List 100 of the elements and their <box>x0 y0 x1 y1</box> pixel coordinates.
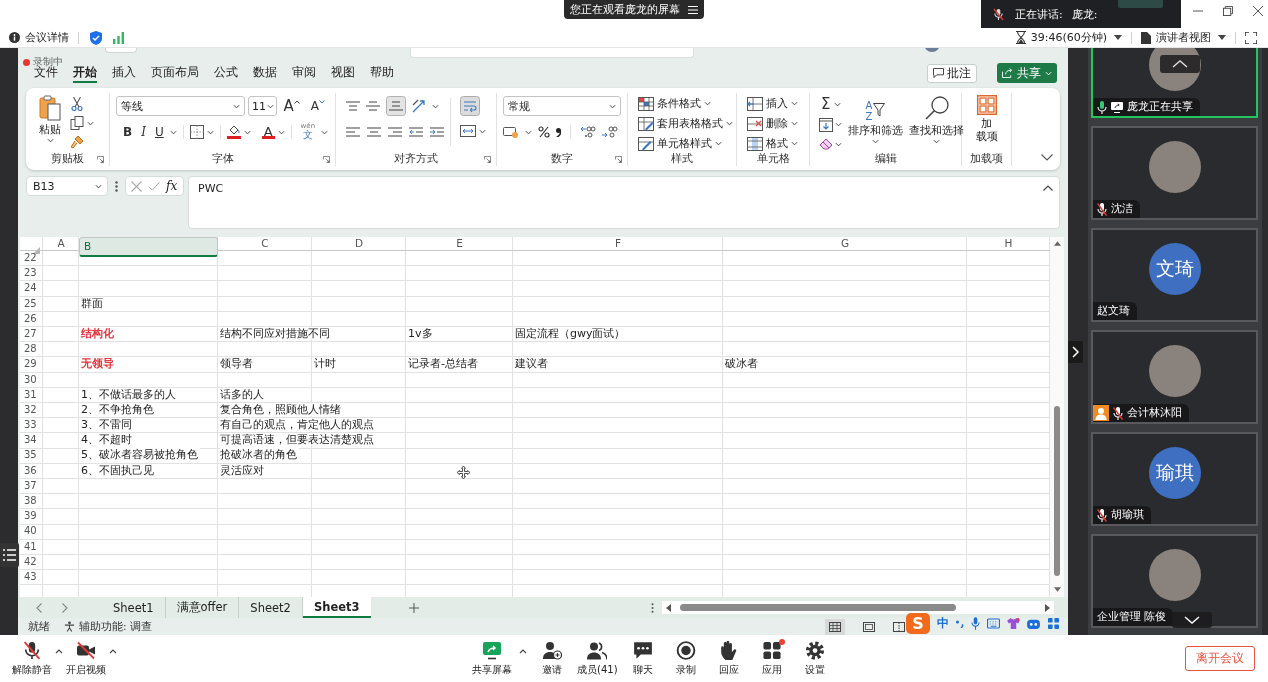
video-tile[interactable]: 瑜琪 胡瑜琪 <box>1091 432 1258 526</box>
menu-tab[interactable]: 数据 <box>253 63 277 83</box>
font-color-toggle[interactable]: A <box>261 125 275 139</box>
dialog-launcher-icon[interactable] <box>97 155 104 163</box>
delete-cells-button[interactable]: 删除 <box>747 115 809 132</box>
search-field[interactable] <box>410 48 694 58</box>
cancel-icon[interactable] <box>131 180 142 192</box>
insert-function-label[interactable]: fx <box>166 179 178 193</box>
row-number[interactable]: 42 <box>20 554 43 570</box>
column-header[interactable]: C <box>218 237 312 257</box>
row-number[interactable]: 24 <box>20 281 43 297</box>
video-tile[interactable]: 沈洁 <box>1091 126 1258 220</box>
bold-toggle[interactable]: B <box>120 123 136 141</box>
column-header[interactable]: A <box>43 237 79 257</box>
comma-style-icon[interactable] <box>556 127 561 137</box>
row-number[interactable]: 32 <box>20 402 43 419</box>
align-middle-icon[interactable] <box>366 101 380 111</box>
row-number[interactable]: 36 <box>20 463 43 479</box>
record-button[interactable]: 录制 <box>667 640 704 677</box>
sort-filter-button[interactable]: A Z 排序和筛选 <box>848 95 903 152</box>
share-screen-button[interactable]: 共享屏幕 <box>472 640 512 677</box>
caret-up-icon[interactable] <box>109 649 117 654</box>
menu-tab[interactable]: 帮助 <box>370 63 394 83</box>
cell-styles-button[interactable]: 单元格样式 <box>638 135 736 152</box>
plus-icon[interactable] <box>408 602 419 613</box>
info-icon[interactable] <box>9 32 20 43</box>
copy-icon[interactable] <box>70 116 84 130</box>
decrease-decimal-icon[interactable] <box>602 126 618 138</box>
underline-toggle[interactable]: U <box>151 123 167 141</box>
restore-icon[interactable] <box>1223 6 1233 16</box>
row-number[interactable]: 43 <box>20 569 43 586</box>
apps-button[interactable]: 应用 <box>753 640 790 677</box>
align-right-icon[interactable] <box>388 127 402 137</box>
scroll-left-icon[interactable] <box>665 603 671 612</box>
leave-meeting-button[interactable]: 离开会议 <box>1185 646 1255 671</box>
fill-bucket-icon[interactable] <box>226 125 241 139</box>
sheet-tab[interactable]: Sheet3 <box>302 597 371 618</box>
row-number[interactable]: 23 <box>20 266 43 282</box>
video-tile[interactable]: 企业管理 陈俊 <box>1091 534 1258 628</box>
share-button[interactable]: 共享 <box>997 63 1057 83</box>
caret-up-icon[interactable] <box>519 649 527 654</box>
column-header[interactable]: D <box>312 237 406 257</box>
percent-icon[interactable] <box>538 126 550 138</box>
row-number[interactable]: 25 <box>20 296 43 312</box>
chat-button[interactable]: 聊天 <box>624 640 661 677</box>
name-box[interactable]: B13 <box>26 176 108 196</box>
chevron-down-icon[interactable] <box>1172 612 1212 628</box>
row-number[interactable]: 29 <box>20 357 43 373</box>
row-number[interactable]: 28 <box>20 342 43 358</box>
grid-icon[interactable] <box>1047 618 1060 629</box>
video-tile[interactable]: 文琦 赵文琦 <box>1091 228 1258 322</box>
meeting-details-link[interactable]: 会议详情 <box>25 30 69 45</box>
number-format-select[interactable]: 常规 <box>503 96 621 116</box>
italic-toggle[interactable]: I <box>138 123 149 141</box>
scroll-up-icon[interactable] <box>1053 241 1061 246</box>
check-icon[interactable] <box>148 181 160 191</box>
column-header[interactable]: F <box>513 237 723 257</box>
row-number[interactable]: 40 <box>20 524 43 540</box>
input-mode-label[interactable]: 中 <box>937 615 949 632</box>
more-vertical-icon[interactable] <box>650 602 654 613</box>
grow-font-toggle[interactable]: A <box>279 97 304 115</box>
scroll-right-icon[interactable] <box>1044 603 1050 612</box>
caret-down-icon[interactable] <box>1114 35 1122 40</box>
row-number[interactable]: 22 <box>20 251 43 267</box>
dialog-launcher-icon[interactable] <box>615 155 622 163</box>
video-tile[interactable]: 庞龙正在共享 <box>1091 48 1258 118</box>
insert-cells-button[interactable]: 插入 <box>747 95 809 112</box>
chevron-up-icon[interactable] <box>1160 55 1200 73</box>
list-icon[interactable] <box>0 543 19 567</box>
increase-indent-icon[interactable] <box>430 127 444 137</box>
borders-icon[interactable] <box>189 125 204 139</box>
menu-tab[interactable]: 审阅 <box>292 63 316 83</box>
scrollbar-thumb[interactable] <box>679 604 956 611</box>
row-number[interactable]: 30 <box>20 372 43 388</box>
font-name-select[interactable]: 等线 <box>116 96 246 116</box>
row-number[interactable]: 27 <box>20 326 43 343</box>
scroll-down-icon[interactable] <box>1053 587 1061 592</box>
align-bottom-icon[interactable] <box>386 96 406 116</box>
formula-input[interactable]: PWC <box>188 176 1060 229</box>
punctuation-icon[interactable] <box>956 619 964 628</box>
menu-tab[interactable]: 视图 <box>331 63 355 83</box>
microphone-icon[interactable] <box>971 617 980 630</box>
row-number[interactable]: 31 <box>20 387 43 403</box>
accessibility-status[interactable]: 辅助功能: 调查 <box>79 619 152 634</box>
signal-icon[interactable] <box>113 31 124 44</box>
paste-button[interactable]: 粘贴 <box>39 93 61 152</box>
align-center-icon[interactable] <box>367 127 381 137</box>
column-header[interactable]: G <box>723 237 967 257</box>
text-orientation-icon[interactable] <box>412 99 426 113</box>
sheet-tab[interactable]: Sheet2 <box>239 597 303 618</box>
row-number[interactable]: 39 <box>20 509 43 525</box>
align-left-icon[interactable] <box>346 127 360 137</box>
invite-button[interactable]: 邀请 <box>534 640 570 677</box>
view-mode-label[interactable]: 演讲者视图 <box>1156 30 1211 45</box>
row-number[interactable]: 38 <box>20 494 43 510</box>
keyboard-icon[interactable] <box>987 618 1000 629</box>
decrease-indent-icon[interactable] <box>409 127 423 137</box>
merge-cells-icon[interactable] <box>460 125 476 137</box>
more-vertical-icon[interactable] <box>115 181 118 192</box>
increase-decimal-icon[interactable] <box>580 126 596 138</box>
